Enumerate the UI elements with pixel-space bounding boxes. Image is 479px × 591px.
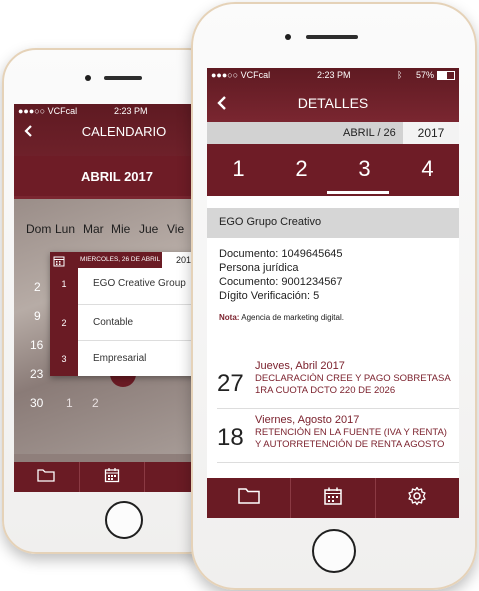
info-line: Documento: 1049645645 bbox=[219, 248, 343, 260]
item-label: EGO Creative Group bbox=[93, 278, 186, 289]
folder-icon bbox=[237, 487, 260, 509]
number-tabs: 1 2 3 4 bbox=[207, 144, 459, 196]
event-day: 27 bbox=[217, 370, 244, 397]
popup-item[interactable]: 2 Contable bbox=[50, 304, 210, 340]
weekday: Dom bbox=[26, 222, 52, 236]
tab-calendar[interactable] bbox=[291, 478, 376, 518]
tab-bar bbox=[207, 478, 459, 518]
front-phone: ●●●○○ VCFcal 2:23 PM ᛒ 57% DETALLES ABRI… bbox=[191, 2, 477, 590]
weekday: Mie bbox=[111, 222, 131, 236]
speaker bbox=[104, 76, 142, 80]
calendar-day[interactable]: 2 bbox=[92, 396, 99, 410]
tab-folder[interactable] bbox=[14, 462, 80, 492]
year-tab[interactable]: 2017 bbox=[403, 122, 459, 144]
item-number: 3 bbox=[61, 354, 67, 364]
calendar-icon bbox=[53, 254, 65, 267]
screen-title: DETALLES bbox=[297, 95, 369, 111]
gear-icon bbox=[407, 486, 427, 511]
event-header: Viernes, Agosto 2017 bbox=[255, 414, 360, 426]
event-header: Jueves, Abril 2017 bbox=[255, 360, 345, 372]
screen-title: CALENDARIO bbox=[81, 124, 167, 139]
divider bbox=[217, 408, 459, 409]
weekday: Lun bbox=[55, 222, 76, 236]
front-camera bbox=[85, 75, 91, 81]
popup-item[interactable]: 3 Empresarial bbox=[50, 340, 210, 376]
info-line: Persona jurídica bbox=[219, 262, 299, 274]
note: Nota: Agencia de marketing digital. bbox=[219, 313, 344, 322]
event-day: 18 bbox=[217, 424, 244, 451]
details-screen: ●●●○○ VCFcal 2:23 PM ᛒ 57% DETALLES ABRI… bbox=[207, 68, 459, 518]
carrier-label: ●●●○○ VCFcal bbox=[211, 70, 271, 80]
note-text: Agencia de marketing digital. bbox=[239, 313, 344, 322]
calendar-icon bbox=[323, 486, 343, 511]
tab-1[interactable]: 1 bbox=[207, 144, 270, 196]
tab-3[interactable]: 3 bbox=[333, 144, 396, 196]
front-camera bbox=[285, 34, 291, 40]
home-button[interactable] bbox=[105, 501, 143, 539]
calendar-day[interactable]: 30 bbox=[30, 396, 43, 410]
tab-calendar[interactable] bbox=[80, 462, 146, 492]
info-line: Cocumento: 9001234567 bbox=[219, 276, 343, 288]
tab-settings[interactable] bbox=[376, 478, 459, 518]
info-block: Documento: 1049645645 Persona jurídica C… bbox=[219, 247, 343, 303]
weekday: Mar bbox=[83, 222, 104, 236]
item-number: 2 bbox=[61, 318, 67, 328]
home-button[interactable] bbox=[312, 529, 356, 573]
item-label: Empresarial bbox=[93, 353, 147, 364]
tab-2[interactable]: 2 bbox=[270, 144, 333, 196]
calendar-icon bbox=[104, 467, 120, 488]
info-line: Dígito Verificación: 5 bbox=[219, 290, 320, 302]
event-line: RETENCIÓN EN LA FUENTE (IVA Y RENTA) bbox=[255, 427, 447, 438]
item-label: Contable bbox=[93, 317, 134, 328]
folder-icon bbox=[37, 468, 55, 487]
event-title: RETENCIÓN EN LA FUENTE (IVA Y RENTA) Y A… bbox=[255, 427, 459, 451]
battery-icon bbox=[437, 71, 455, 80]
company-name: EGO Grupo Creativo bbox=[219, 216, 322, 228]
status-bar: ●●●○○ VCFcal 2:23 PM ᛒ 57% bbox=[207, 68, 459, 82]
carrier-label: ●●●○○ VCFcal bbox=[18, 106, 78, 116]
weekday-header: Dom Lun Mar Mie Jue Vie bbox=[26, 222, 210, 236]
event-title: DECLARACIÓN CREE Y PAGO SOBRETASA 1RA CU… bbox=[255, 373, 459, 397]
event-item[interactable]: 18 Viernes, Agosto 2017 RETENCIÓN EN LA … bbox=[207, 410, 459, 460]
divider bbox=[217, 462, 459, 463]
note-label: Nota: bbox=[219, 313, 240, 322]
month-label: ABRIL 2017 bbox=[80, 169, 153, 184]
event-line: Y AUTORRETENCIÓN DE RENTA AGOSTO bbox=[255, 439, 445, 450]
tab-bar bbox=[14, 462, 210, 492]
back-phone: ●●●○○ VCFcal 2:23 PM CALENDARIO ABRIL 20… bbox=[2, 48, 222, 554]
tab-4[interactable]: 4 bbox=[396, 144, 459, 196]
calendar-day[interactable]: 16 bbox=[30, 338, 43, 352]
clock-label: 2:23 PM bbox=[317, 70, 351, 80]
calendar-day[interactable]: 1 bbox=[66, 396, 73, 410]
battery-label: 57% bbox=[416, 70, 435, 80]
popup-date: MIERCOLES, 26 DE ABRIL bbox=[80, 256, 161, 263]
event-line: DECLARACIÓN CREE Y PAGO SOBRETASA bbox=[255, 373, 451, 384]
speaker bbox=[306, 35, 358, 39]
date-tab[interactable]: ABRIL / 26 bbox=[343, 127, 396, 139]
status-bar: ●●●○○ VCFcal 2:23 PM bbox=[14, 104, 210, 118]
weekday: Jue bbox=[139, 222, 159, 236]
popup-item[interactable]: 1 EGO Creative Group bbox=[50, 268, 210, 304]
bluetooth-icon: ᛒ bbox=[397, 70, 403, 80]
clock-label: 2:23 PM bbox=[114, 106, 148, 116]
calendar-day[interactable]: 9 bbox=[34, 309, 41, 323]
calendar-screen: ●●●○○ VCFcal 2:23 PM CALENDARIO ABRIL 20… bbox=[14, 104, 210, 492]
calendar-day[interactable]: 2 bbox=[34, 280, 41, 294]
event-line: 1RA CUOTA DCTO 220 DE 2026 bbox=[255, 385, 396, 396]
day-popup: MIERCOLES, 26 DE ABRIL 2017 1 EGO Creati… bbox=[50, 249, 210, 376]
tab-folder[interactable] bbox=[207, 478, 292, 518]
active-tab-indicator bbox=[327, 191, 389, 194]
event-item[interactable]: 27 Jueves, Abril 2017 DECLARACIÓN CREE Y… bbox=[207, 356, 459, 406]
calendar-day[interactable]: 23 bbox=[30, 367, 43, 381]
item-number: 1 bbox=[61, 279, 67, 289]
